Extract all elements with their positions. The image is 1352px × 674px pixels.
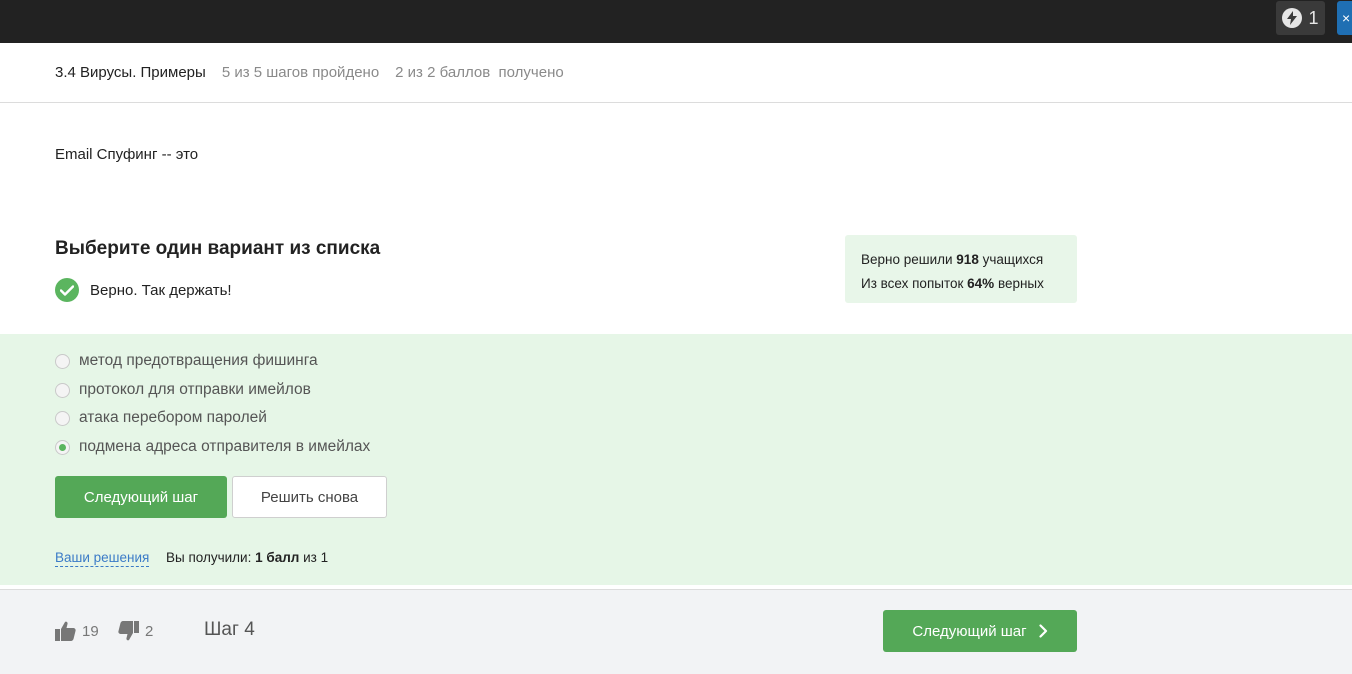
dislikes-count: 2 bbox=[145, 622, 154, 640]
thumbs-up-icon bbox=[55, 621, 76, 641]
energy-count: 1 bbox=[1308, 7, 1319, 28]
footer-next-label: Следующий шаг bbox=[912, 622, 1027, 640]
steps-progress: 5 из 5 шагов пройдено bbox=[221, 64, 380, 81]
close-button[interactable]: × bbox=[1337, 1, 1352, 35]
radio-button-selected[interactable] bbox=[55, 439, 70, 455]
answer-area bbox=[0, 334, 1352, 585]
lesson-header: 3.4 Вирусы. Примеры 5 из 5 шагов пройден… bbox=[0, 43, 1352, 103]
lightning-icon bbox=[1282, 8, 1303, 28]
step-label: Шаг 4 bbox=[204, 619, 255, 640]
task-title: Выберите один вариант из списка bbox=[55, 238, 381, 259]
your-solutions-link[interactable]: Ваши решения bbox=[55, 550, 150, 567]
option-label: протокол для отправки имейлов bbox=[79, 381, 311, 398]
points-progress: 2 из 2 баллов получено bbox=[395, 64, 564, 81]
next-step-button[interactable]: Следующий шаг bbox=[55, 476, 227, 518]
radio-button[interactable] bbox=[55, 410, 70, 426]
stats-panel: Верно решили 918 учащихся Из всех попыто… bbox=[845, 235, 1077, 303]
thumbs-down-icon bbox=[118, 621, 139, 641]
radio-button[interactable] bbox=[55, 382, 70, 398]
energy-counter[interactable]: 1 bbox=[1276, 1, 1325, 35]
option-label: атака перебором паролей bbox=[79, 409, 267, 426]
score-text: Вы получили: 1 балл из 1 bbox=[166, 550, 329, 565]
stats-solved: Верно решили 918 учащихся bbox=[861, 252, 1044, 267]
likes-count: 19 bbox=[82, 622, 99, 640]
option-4[interactable]: подмена адреса отправителя в имейлах bbox=[55, 438, 370, 456]
footer-bar bbox=[0, 589, 1352, 674]
top-bar: 1 × bbox=[0, 0, 1352, 43]
retry-button[interactable]: Решить снова bbox=[232, 476, 387, 518]
option-label: подмена адреса отправителя в имейлах bbox=[79, 438, 371, 455]
dislike-button[interactable]: 2 bbox=[118, 621, 153, 641]
radio-button[interactable] bbox=[55, 353, 70, 369]
result-message: Верно. Так держать! bbox=[55, 278, 232, 302]
option-1[interactable]: метод предотвращения фишинга bbox=[55, 352, 318, 370]
like-button[interactable]: 19 bbox=[55, 621, 99, 641]
lesson-title[interactable]: 3.4 Вирусы. Примеры bbox=[55, 64, 206, 81]
question-text: Email Спуфинг -- это bbox=[55, 146, 199, 163]
option-label: метод предотвращения фишинга bbox=[79, 352, 318, 369]
footer-next-step-button[interactable]: Следующий шаг bbox=[883, 610, 1077, 652]
stats-attempts: Из всех попыток 64% верных bbox=[861, 276, 1044, 291]
chevron-right-icon bbox=[1039, 624, 1048, 638]
option-3[interactable]: атака перебором паролей bbox=[55, 409, 267, 427]
checkmark-icon bbox=[55, 278, 79, 302]
option-2[interactable]: протокол для отправки имейлов bbox=[55, 381, 311, 399]
result-text: Верно. Так держать! bbox=[90, 281, 232, 299]
